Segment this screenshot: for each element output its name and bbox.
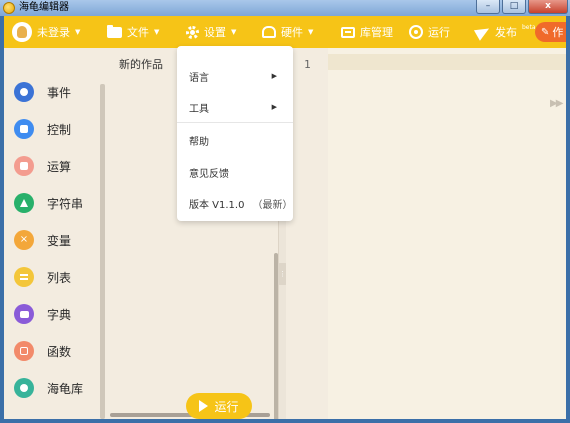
chevron-down-icon: ▼	[75, 28, 81, 36]
settings-dropdown-menu: 语言 ▶ 工具 ▶ 帮助 意见反馈 版本 V1.1.0 （最新）	[177, 46, 293, 221]
file-menu-label: 文件	[127, 26, 149, 39]
category-control[interactable]: 控制	[4, 112, 100, 146]
menu-item-label: 语言	[189, 72, 209, 84]
category-string[interactable]: 字符串	[4, 186, 100, 220]
chevron-down-icon: ▼	[231, 28, 237, 36]
run-icon	[409, 25, 423, 39]
window-title-bar[interactable]: 海龟编辑器 – □ x	[0, 0, 570, 16]
code-editor[interactable]: 1 ▶▶	[286, 48, 566, 419]
run-button-label: 运行	[214, 399, 239, 414]
control-icon	[14, 119, 34, 139]
window-title: 海龟编辑器	[19, 2, 69, 13]
category-label: 变量	[47, 233, 72, 248]
run-toolbar-button[interactable]: 运行	[409, 16, 450, 48]
menu-item-label: 版本 V1.1.0	[189, 199, 245, 211]
hardware-menu-button[interactable]: 硬件 ▼	[262, 16, 313, 48]
category-list[interactable]: 列表	[4, 260, 100, 294]
category-dict[interactable]: 字典	[4, 297, 100, 331]
window-frame: 未登录 ▼ 文件 ▼ 设置 ▼ 硬件 ▼ 库管理 运行 发布 beta ✎ 作 …	[0, 16, 570, 423]
run-toolbar-label: 运行	[428, 26, 450, 39]
line-number: 1	[304, 58, 311, 71]
settings-menu-button[interactable]: 设置 ▼	[186, 16, 236, 48]
menu-item-tools[interactable]: 工具 ▶	[177, 92, 293, 122]
gear-icon	[186, 25, 199, 39]
menu-item-version[interactable]: 版本 V1.1.0 （最新）	[177, 188, 293, 218]
library-icon	[341, 26, 355, 38]
pen-icon: ✎	[541, 26, 550, 38]
variable-icon: ×	[14, 230, 34, 250]
menu-divider	[177, 122, 293, 123]
turtle-icon	[14, 378, 34, 398]
close-button[interactable]: x	[528, 0, 568, 14]
chevron-right-icon: ▶	[271, 103, 277, 111]
category-label: 列表	[47, 270, 72, 285]
run-button[interactable]: 运行	[186, 393, 252, 419]
create-label: 作	[552, 26, 564, 39]
chevron-down-icon: ▼	[308, 28, 314, 36]
string-icon	[14, 193, 34, 213]
beta-badge: beta	[522, 23, 536, 31]
publish-label: 发布	[495, 26, 517, 39]
minimize-button[interactable]: –	[476, 0, 500, 14]
category-label: 海龟库	[47, 381, 84, 396]
category-label: 运算	[47, 159, 72, 174]
file-menu-button[interactable]: 文件 ▼	[107, 16, 159, 48]
category-function[interactable]: 函数	[4, 334, 100, 368]
project-title: 新的作品	[119, 58, 163, 71]
library-label: 库管理	[360, 26, 393, 39]
publish-button[interactable]: 发布 beta	[473, 16, 536, 48]
avatar	[12, 22, 32, 42]
play-icon	[199, 400, 209, 412]
window-controls: – □ x	[476, 0, 568, 16]
menu-item-label: 意见反馈	[189, 168, 229, 180]
operator-icon	[14, 156, 34, 176]
settings-menu-label: 设置	[204, 26, 226, 39]
category-turtle[interactable]: 海龟库	[4, 371, 100, 405]
paper-plane-icon	[473, 23, 493, 41]
hardware-menu-label: 硬件	[281, 26, 303, 39]
event-icon	[14, 82, 34, 102]
category-event[interactable]: 事件	[4, 75, 100, 109]
hardware-icon	[262, 26, 276, 38]
category-label: 字符串	[47, 196, 84, 211]
turtle-app-icon	[3, 2, 15, 14]
dict-icon	[14, 304, 34, 324]
function-icon	[14, 341, 34, 361]
list-icon	[14, 267, 34, 287]
category-label: 字典	[47, 307, 72, 322]
block-category-sidebar: 事件 控制 运算 字符串 × 变量 列表 字典 函数 海龟库	[4, 48, 100, 419]
chevron-right-icon: ▶	[271, 72, 277, 80]
menu-item-help[interactable]: 帮助	[177, 125, 293, 155]
menu-item-language[interactable]: 语言 ▶	[177, 61, 293, 91]
maximize-button[interactable]: □	[502, 0, 526, 14]
category-variable[interactable]: × 变量	[4, 223, 100, 257]
category-label: 控制	[47, 122, 72, 137]
login-label: 未登录	[37, 26, 70, 39]
library-button[interactable]: 库管理	[341, 16, 393, 48]
menu-item-label: 帮助	[189, 136, 209, 148]
category-operator[interactable]: 运算	[4, 149, 100, 183]
app-client-area: 未登录 ▼ 文件 ▼ 设置 ▼ 硬件 ▼ 库管理 运行 发布 beta ✎ 作 …	[4, 16, 566, 419]
login-button[interactable]: 未登录 ▼	[12, 16, 80, 48]
top-toolbar: 未登录 ▼ 文件 ▼ 设置 ▼ 硬件 ▼ 库管理 运行 发布 beta ✎ 作	[4, 16, 566, 48]
active-line-highlight	[328, 54, 566, 70]
menu-item-feedback[interactable]: 意见反馈	[177, 157, 293, 187]
create-button[interactable]: ✎ 作	[535, 22, 566, 42]
folder-icon	[107, 24, 122, 38]
category-label: 函数	[47, 344, 72, 359]
latest-tag: （最新）	[252, 199, 293, 211]
menu-item-label: 工具	[189, 103, 209, 115]
double-chevron-right-icon[interactable]: ▶▶	[550, 98, 563, 109]
category-label: 事件	[47, 85, 72, 100]
chevron-down-icon: ▼	[154, 28, 160, 36]
